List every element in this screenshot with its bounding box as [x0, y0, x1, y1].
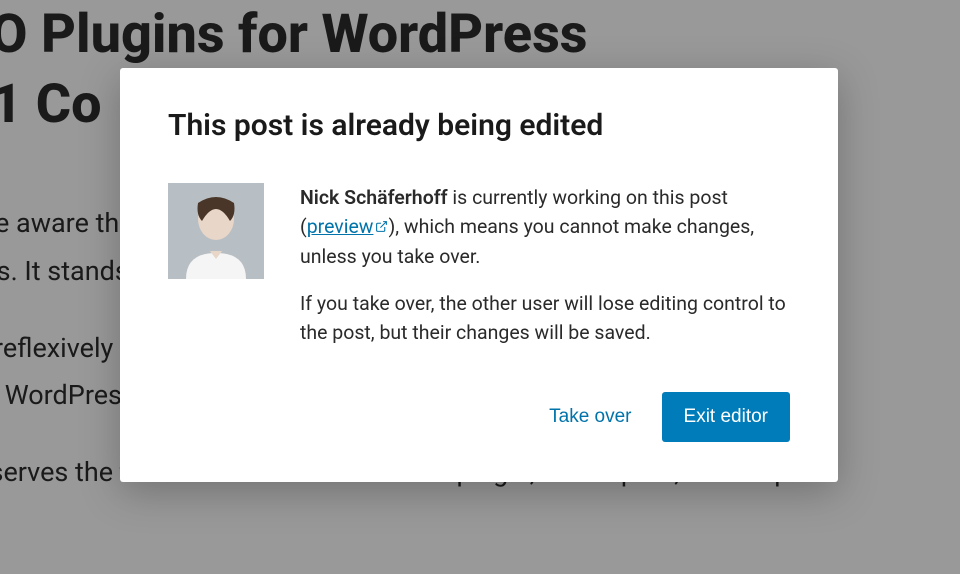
post-lock-modal: This post is already being edited Nick S… — [120, 68, 838, 482]
external-link-icon — [375, 212, 388, 241]
author-name: Nick Schäferhoff — [300, 186, 448, 209]
modal-title: This post is already being edited — [168, 108, 790, 143]
modal-para-1: Nick Schäferhoff is currently working on… — [300, 183, 790, 271]
avatar — [168, 183, 264, 279]
modal-text: Nick Schäferhoff is currently working on… — [300, 183, 790, 347]
take-over-button[interactable]: Take over — [543, 396, 637, 438]
modal-actions: Take over Exit editor — [168, 392, 790, 442]
modal-para-2: If you take over, the other user will lo… — [300, 289, 790, 348]
avatar-image — [168, 183, 264, 279]
exit-editor-button[interactable]: Exit editor — [662, 392, 790, 442]
modal-overlay: This post is already being edited Nick S… — [0, 0, 960, 574]
modal-body: Nick Schäferhoff is currently working on… — [168, 183, 790, 347]
preview-link[interactable]: preview — [307, 215, 389, 238]
